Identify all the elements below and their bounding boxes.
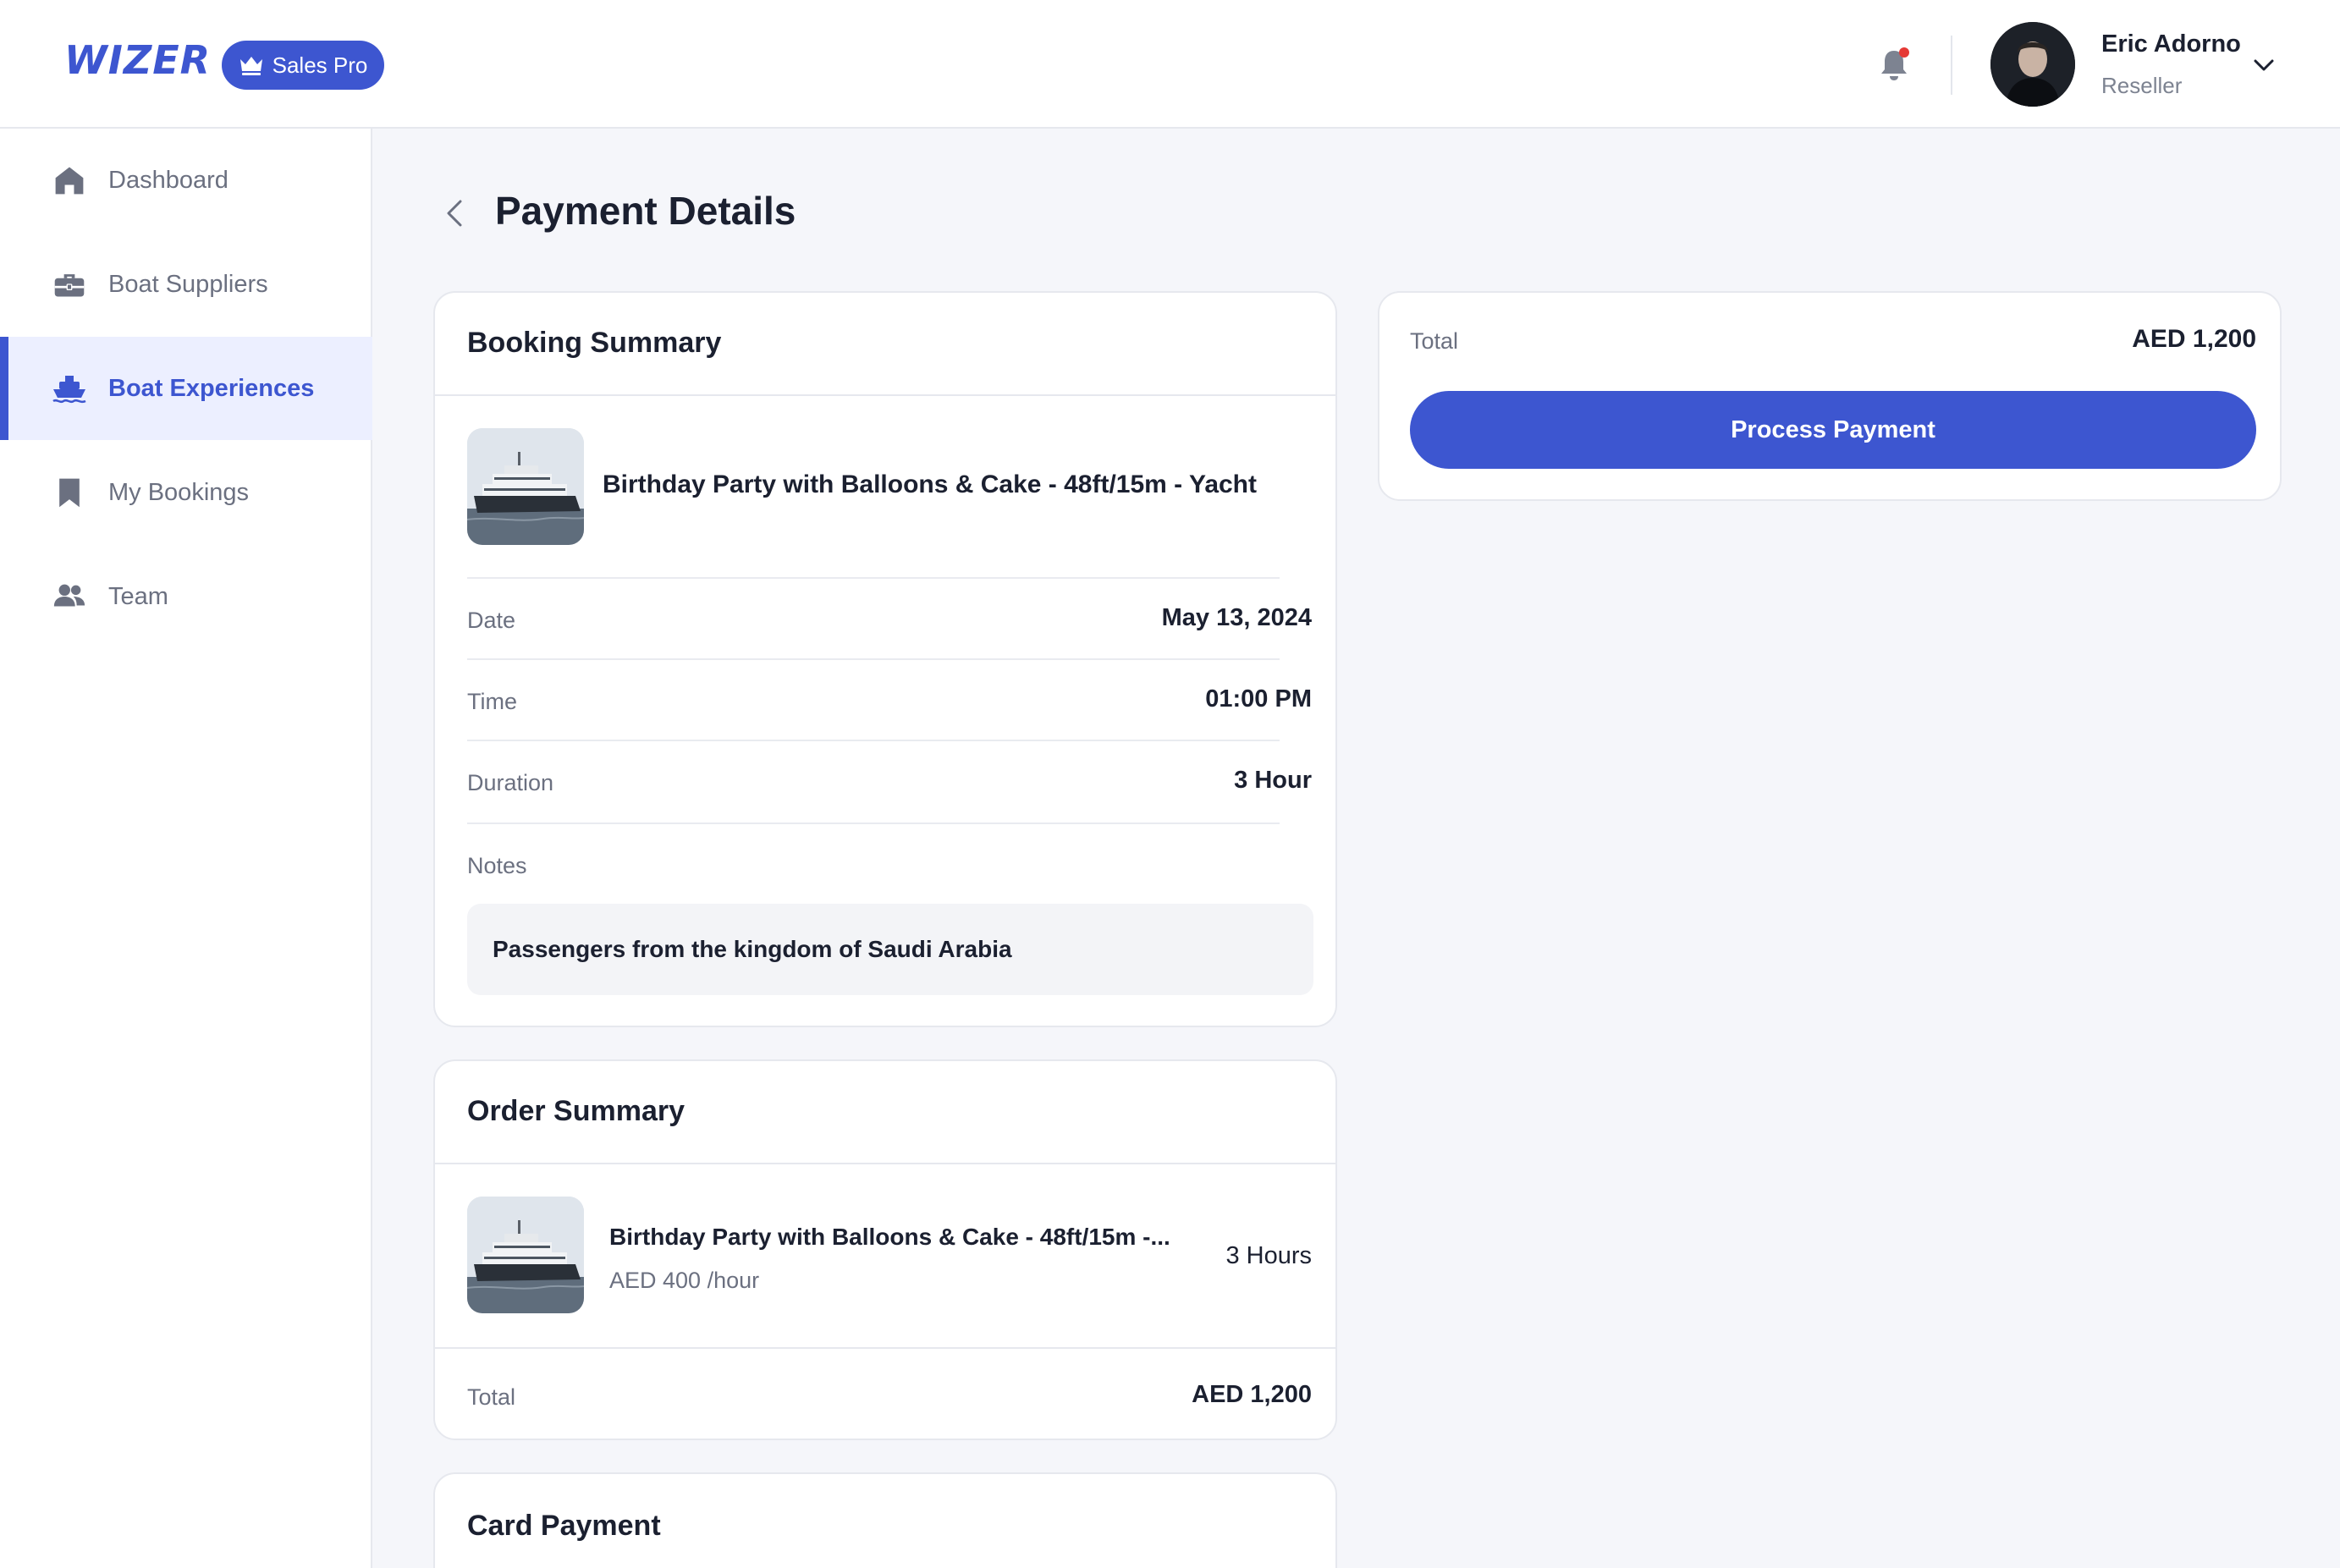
row-divider: [467, 823, 1280, 824]
sidebar-item-dashboard[interactable]: Dashboard: [0, 129, 372, 232]
sidebar-item-label: Dashboard: [108, 166, 228, 194]
order-total-value: AED 1,200: [1192, 1381, 1312, 1408]
card-payment-title: Card Payment: [467, 1510, 661, 1542]
row-divider: [467, 577, 1280, 579]
order-item-price: AED 400 /hour: [609, 1268, 760, 1293]
yacht-thumbnail: [467, 1197, 584, 1313]
experience-name: Birthday Party with Balloons & Cake - 48…: [603, 470, 1257, 498]
crown-icon: [240, 57, 262, 75]
order-item-name: Birthday Party with Balloons & Cake - 48…: [609, 1224, 1170, 1250]
sales-pro-badge: Sales Pro: [222, 41, 384, 90]
time-label: Time: [467, 689, 517, 714]
time-value: 01:00 PM: [1205, 685, 1312, 712]
ship-icon: [51, 370, 88, 407]
wizer-logo[interactable]: WIZER: [64, 34, 212, 86]
sidebar-item-label: Boat Suppliers: [108, 270, 268, 298]
date-label: Date: [467, 608, 516, 633]
process-payment-button[interactable]: Process Payment: [1410, 391, 2256, 469]
logo-text: WIZER: [64, 37, 212, 83]
card-payment-card: Card Payment: [433, 1472, 1337, 1568]
sidebar-item-label: My Bookings: [108, 478, 250, 506]
sidebar-item-label: Boat Experiences: [108, 374, 315, 402]
order-item-quantity: 3 Hours: [1225, 1242, 1312, 1269]
order-summary-card: Order Summary Birthday Party with Balloo…: [433, 1059, 1337, 1440]
user-role: Reseller: [2101, 73, 2183, 98]
row-divider: [435, 1347, 1335, 1349]
booking-summary-header: Booking Summary: [435, 293, 1335, 396]
row-divider: [467, 658, 1280, 660]
booking-summary-card: Booking Summary Birthday Party with Ball…: [433, 291, 1337, 1027]
user-avatar[interactable]: [1990, 22, 2075, 107]
panel-total-value: AED 1,200: [2132, 325, 2256, 353]
booking-summary-title: Booking Summary: [467, 327, 722, 359]
top-header: WIZER Sales Pro Eric Adorno Reseller: [0, 0, 2340, 129]
payment-panel: Total AED 1,200 Process Payment: [1378, 291, 2282, 501]
notes-label: Notes: [467, 853, 527, 878]
briefcase-icon: [51, 266, 88, 303]
duration-value: 3 Hour: [1234, 767, 1312, 794]
sidebar-item-label: Team: [108, 582, 168, 610]
sidebar-item-team[interactable]: Team: [0, 545, 372, 648]
panel-total-label: Total: [1410, 328, 1459, 354]
order-summary-header: Order Summary: [435, 1061, 1335, 1164]
sidebar-item-boat-experiences[interactable]: Boat Experiences: [0, 337, 372, 440]
sidebar: Dashboard Boat Suppliers Boat Experience…: [0, 129, 372, 1568]
user-name[interactable]: Eric Adorno: [2101, 30, 2241, 58]
chevron-down-icon[interactable]: [2251, 52, 2277, 78]
sidebar-item-my-bookings[interactable]: My Bookings: [0, 441, 372, 544]
sidebar-item-boat-suppliers[interactable]: Boat Suppliers: [0, 233, 372, 336]
badge-label: Sales Pro: [272, 52, 368, 78]
order-summary-title: Order Summary: [467, 1095, 685, 1127]
header-divider: [1951, 36, 1952, 95]
page-title: Payment Details: [495, 189, 796, 233]
yacht-thumbnail: [467, 428, 584, 545]
order-total-label: Total: [467, 1384, 516, 1410]
home-icon: [51, 162, 88, 199]
notification-bell-icon[interactable]: [1877, 46, 1911, 83]
date-value: May 13, 2024: [1161, 604, 1312, 631]
bookmark-icon: [51, 474, 88, 511]
row-divider: [467, 740, 1280, 741]
users-icon: [51, 578, 88, 615]
notes-box: Passengers from the kingdom of Saudi Ara…: [467, 904, 1313, 995]
notes-text: Passengers from the kingdom of Saudi Ara…: [493, 936, 1012, 962]
duration-label: Duration: [467, 770, 554, 795]
notification-dot: [1899, 47, 1909, 58]
back-arrow-icon[interactable]: [440, 195, 469, 232]
